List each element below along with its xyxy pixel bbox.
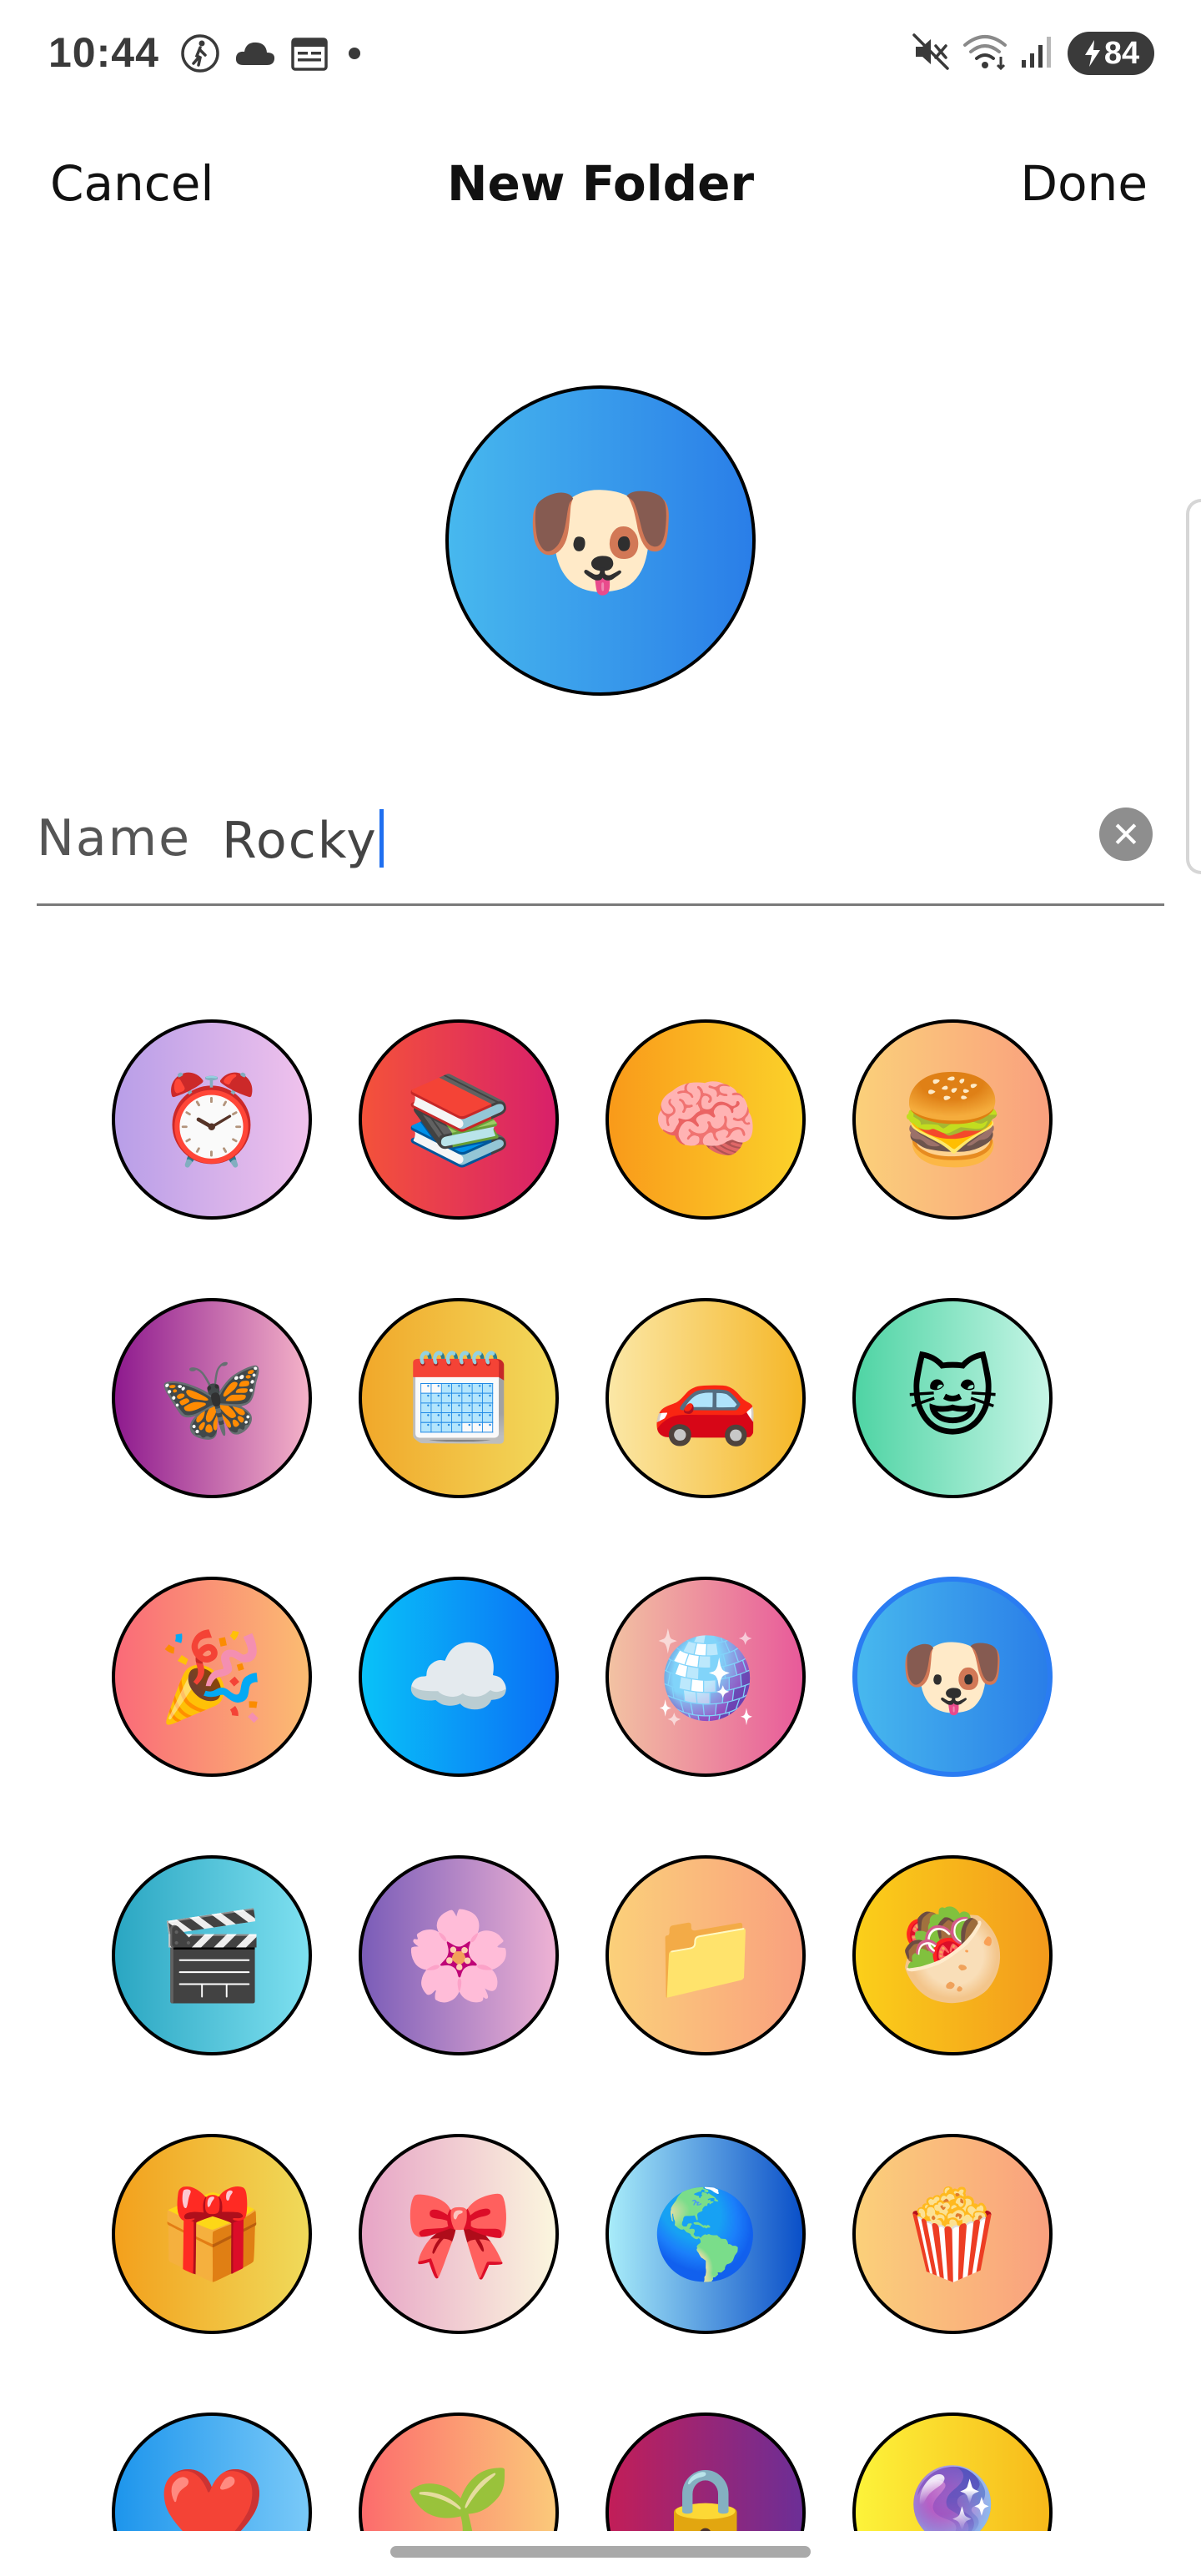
icon-option[interactable]: 🎁 bbox=[112, 2134, 312, 2334]
popcorn-icon: 🍿 bbox=[898, 2182, 1007, 2285]
icon-option[interactable]: 🦋 bbox=[112, 1298, 312, 1498]
globe-icon: 🌎 bbox=[651, 2182, 760, 2285]
folder-icon: 📁 bbox=[651, 1904, 760, 2006]
cancel-button[interactable]: Cancel bbox=[50, 155, 214, 214]
battery-level: 84 bbox=[1103, 35, 1140, 71]
status-bar: 10:44 84 bbox=[0, 0, 1201, 108]
icon-option[interactable]: 📚 bbox=[359, 1019, 559, 1220]
icon-option[interactable]: 🗓️ bbox=[359, 1298, 559, 1498]
name-input[interactable]: Rocky bbox=[222, 809, 384, 870]
lock-icon: 🔒 bbox=[651, 2461, 760, 2532]
icon-option[interactable]: 🎀 bbox=[359, 2134, 559, 2334]
wifi-icon bbox=[962, 32, 1008, 75]
icon-option[interactable]: 🍿 bbox=[852, 2134, 1053, 2334]
brain-icon: 🧠 bbox=[651, 1068, 760, 1170]
side-panel-handle[interactable] bbox=[1186, 499, 1201, 874]
mute-icon bbox=[911, 32, 951, 75]
icon-option[interactable]: 🔒 bbox=[606, 2412, 806, 2531]
dog-icon: 🐶 bbox=[522, 468, 679, 613]
cloud-icon: ☁️ bbox=[405, 1625, 513, 1728]
crystal-ball-icon: 🔮 bbox=[898, 2461, 1007, 2532]
cloud-icon bbox=[234, 37, 277, 73]
home-indicator[interactable] bbox=[390, 2546, 811, 2558]
name-input-value: Rocky bbox=[222, 812, 378, 870]
folder-icon-preview[interactable]: 🐶 bbox=[445, 385, 756, 696]
cherry-blossom-icon: 🌸 bbox=[405, 1904, 513, 2006]
ribbon-icon: 🎀 bbox=[405, 2182, 513, 2285]
charging-bolt-icon bbox=[1084, 40, 1100, 67]
cat-icon: 😺 bbox=[907, 1347, 998, 1449]
icon-option[interactable]: 🚗 bbox=[606, 1298, 806, 1498]
icon-picker-grid: ⏰ 📚 🧠 🍔 🦋 🗓️ 🚗 😺 🎉 ☁️ 🪩 🐶 🎬 🌸 📁 🥙 🎁 🎀 🌎 🍿 ❤️ 🌱 🔒 🔮 bbox=[112, 1019, 1113, 2531]
icon-option[interactable]: 🎉 bbox=[112, 1577, 312, 1777]
gift-icon: 🎁 bbox=[158, 2182, 266, 2285]
signal-icon bbox=[1019, 33, 1056, 73]
icon-option[interactable]: 🌱 bbox=[359, 2412, 559, 2531]
dot-icon bbox=[342, 41, 367, 69]
icon-option[interactable]: 📁 bbox=[606, 1855, 806, 2055]
done-button[interactable]: Done bbox=[1020, 155, 1148, 214]
icon-option[interactable]: 🐶 bbox=[852, 1577, 1053, 1777]
icon-option[interactable]: 🌸 bbox=[359, 1855, 559, 2055]
car-icon: 🚗 bbox=[651, 1346, 760, 1449]
calendar-icon bbox=[290, 35, 329, 75]
icon-option[interactable]: 🥙 bbox=[852, 1855, 1053, 2055]
nav-bar: New Folder Cancel Done bbox=[0, 142, 1201, 225]
clapper-board-icon: 🎬 bbox=[158, 1904, 266, 2006]
burger-icon: 🍔 bbox=[898, 1068, 1007, 1170]
calendar-icon: 🗓️ bbox=[405, 1346, 513, 1449]
icon-option[interactable]: 🔮 bbox=[852, 2412, 1053, 2531]
icon-option[interactable]: ⏰ bbox=[112, 1019, 312, 1220]
status-left-icons bbox=[180, 33, 367, 77]
disco-ball-icon: 🪩 bbox=[651, 1625, 760, 1728]
alarm-clock-icon: ⏰ bbox=[158, 1068, 266, 1170]
heart-icon: ❤️ bbox=[158, 2461, 266, 2532]
text-caret bbox=[379, 809, 384, 868]
name-field[interactable]: Name Rocky ✕ bbox=[37, 784, 1164, 906]
walk-icon bbox=[180, 33, 220, 77]
seedling-icon: 🌱 bbox=[405, 2461, 513, 2532]
status-right-icons: 84 bbox=[911, 32, 1154, 75]
close-icon: ✕ bbox=[1111, 813, 1141, 855]
icon-option[interactable]: ❤️ bbox=[112, 2412, 312, 2531]
icon-option[interactable]: 🧠 bbox=[606, 1019, 806, 1220]
icon-option[interactable]: 🍔 bbox=[852, 1019, 1053, 1220]
dog-icon: 🐶 bbox=[898, 1625, 1007, 1728]
icon-option[interactable]: ☁️ bbox=[359, 1577, 559, 1777]
butterfly-icon: 🦋 bbox=[158, 1346, 266, 1449]
name-field-label: Name bbox=[37, 809, 192, 868]
party-icon: 🎉 bbox=[158, 1625, 266, 1728]
clear-text-button[interactable]: ✕ bbox=[1099, 808, 1153, 861]
icon-option[interactable]: 😺 bbox=[852, 1298, 1053, 1498]
icon-option[interactable]: 🌎 bbox=[606, 2134, 806, 2334]
icon-option[interactable]: 🪩 bbox=[606, 1577, 806, 1777]
books-icon: 📚 bbox=[405, 1068, 513, 1170]
stuffed-flatbread-icon: 🥙 bbox=[898, 1904, 1007, 2006]
status-time: 10:44 bbox=[48, 29, 159, 76]
icon-option[interactable]: 🎬 bbox=[112, 1855, 312, 2055]
battery-indicator: 84 bbox=[1068, 32, 1154, 75]
